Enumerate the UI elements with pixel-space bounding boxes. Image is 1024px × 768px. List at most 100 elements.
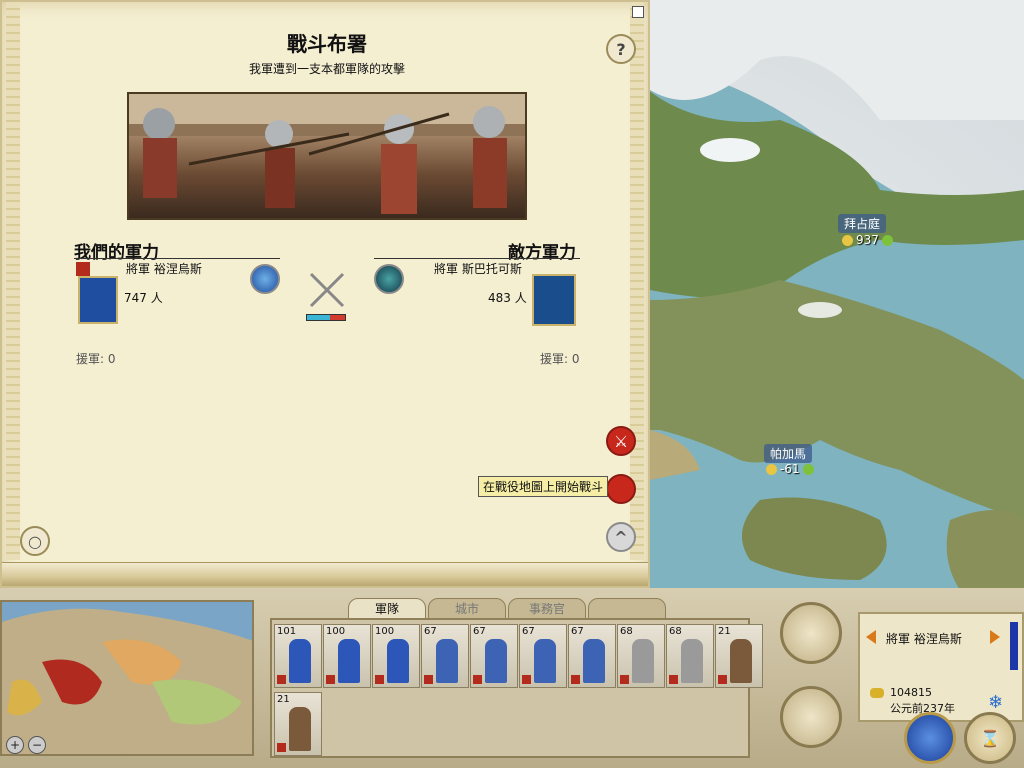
population-icon xyxy=(842,234,853,246)
unit-count: 68 xyxy=(669,626,682,637)
unit-count: 67 xyxy=(473,626,486,637)
unit-card[interactable]: 100 xyxy=(372,624,420,688)
unit-experience-icon xyxy=(522,675,531,684)
enemy-faction-icon[interactable] xyxy=(374,264,404,294)
prebattle-scroll: 戰斗布署 我軍遭到一支本都軍隊的攻擊 ? 我們的軍力 將軍 裕涅烏斯 747 人… xyxy=(0,0,650,588)
unit-count: 67 xyxy=(571,626,584,637)
unit-card[interactable]: 21 xyxy=(715,624,763,688)
unit-card[interactable]: 68 xyxy=(666,624,714,688)
unit-figure-icon xyxy=(387,639,409,683)
unit-figure-icon xyxy=(730,639,752,683)
unit-figure-icon xyxy=(436,639,458,683)
city-stat-pergamon: -61 xyxy=(766,462,814,476)
unit-card[interactable]: 67 xyxy=(519,624,567,688)
movement-bar xyxy=(1010,622,1018,670)
help-button[interactable]: ? xyxy=(606,34,636,64)
unit-card[interactable]: 101 xyxy=(274,624,322,688)
unit-count: 67 xyxy=(522,626,535,637)
balance-our-share xyxy=(307,315,330,320)
character-panel: 將軍 裕涅烏斯 104815 公元前237年 ❄ ⌛ xyxy=(770,588,1024,768)
our-banner-wolf-icon[interactable] xyxy=(78,276,118,324)
unit-figure-icon xyxy=(338,639,360,683)
unit-card[interactable]: 21 xyxy=(274,692,322,756)
end-turn-hourglass-button[interactable]: ⌛ xyxy=(964,712,1016,764)
fight-battle-button[interactable]: ⚔ xyxy=(606,426,636,456)
unit-figure-icon xyxy=(289,707,311,751)
bottom-hud: + − 軍隊 城市 事務官 101 100 100 67 67 67 67 68 68 21 21 … xyxy=(0,588,1024,768)
unit-card[interactable]: 67 xyxy=(568,624,616,688)
coins-icon xyxy=(870,688,884,698)
scroll-subtitle: 我軍遭到一支本都軍隊的攻擊 xyxy=(248,62,405,76)
unit-experience-icon xyxy=(277,675,286,684)
selected-general-name: 將軍 裕涅烏斯 xyxy=(886,632,962,646)
minimize-button[interactable] xyxy=(632,6,644,18)
city-pop-pergamon: -61 xyxy=(780,462,800,476)
treasury-amount: 104815 xyxy=(890,686,932,699)
minimap-drawing xyxy=(2,608,252,754)
happiness-icon xyxy=(802,463,814,475)
unit-figure-icon xyxy=(485,639,507,683)
unit-experience-icon xyxy=(669,675,678,684)
balance-of-power-bar xyxy=(306,314,346,321)
enemy-general: 將軍 斯巴托可斯 xyxy=(434,262,522,276)
our-faction-icon[interactable] xyxy=(250,264,280,294)
unit-experience-icon xyxy=(473,675,482,684)
faction-overview-button[interactable] xyxy=(904,712,956,764)
unit-count: 68 xyxy=(620,626,633,637)
prev-character-arrow[interactable] xyxy=(866,630,876,644)
zoom-button[interactable]: ○ xyxy=(20,526,50,556)
unit-figure-icon xyxy=(632,639,654,683)
unit-experience-icon xyxy=(620,675,629,684)
general-info: 將軍 裕涅烏斯 104815 公元前237年 ❄ xyxy=(858,612,1024,722)
unit-count: 21 xyxy=(277,694,290,705)
enemy-reinforcements: 援軍: 0 xyxy=(540,352,580,366)
unit-experience-icon xyxy=(326,675,335,684)
start-battle-tooltip: 在戰役地圖上開始戰斗 xyxy=(478,476,609,497)
character-portrait-button[interactable] xyxy=(780,602,842,664)
city-stat-byzantium: 937 xyxy=(842,233,893,247)
population-icon xyxy=(766,463,777,475)
scroll-border-right xyxy=(630,2,644,560)
scroll-title: 戰斗布署 xyxy=(287,32,367,56)
tab-city[interactable]: 城市 xyxy=(428,598,506,620)
city-label-pergamon[interactable]: 帕加馬 xyxy=(764,444,813,463)
withdraw-button[interactable]: ^ xyxy=(606,522,636,552)
unit-card[interactable]: 68 xyxy=(617,624,665,688)
tab-agents[interactable]: 事務官 xyxy=(508,598,586,620)
zoom-in-button[interactable]: + xyxy=(6,736,24,754)
unit-figure-icon xyxy=(583,639,605,683)
next-character-arrow[interactable] xyxy=(990,630,1000,644)
unit-count: 100 xyxy=(375,626,395,637)
unit-experience-icon xyxy=(424,675,433,684)
unit-count: 100 xyxy=(326,626,346,637)
winter-icon: ❄ xyxy=(988,692,1004,713)
unit-figure-icon xyxy=(289,639,311,683)
minimap[interactable]: + − xyxy=(0,600,254,756)
army-portrait-button[interactable] xyxy=(780,686,842,748)
scroll-border-left xyxy=(6,2,20,560)
scroll-roller xyxy=(2,562,648,586)
unit-figure-icon xyxy=(681,639,703,683)
zoom-out-button[interactable]: − xyxy=(28,736,46,754)
happiness-icon xyxy=(881,234,893,246)
battle-scene xyxy=(129,94,525,214)
tab-army[interactable]: 軍隊 xyxy=(348,598,426,620)
panel-tabs: 軍隊 城市 事務官 xyxy=(348,598,666,620)
unit-experience-icon xyxy=(718,675,727,684)
sword-icon xyxy=(76,262,90,276)
enemy-banner-icon[interactable] xyxy=(532,274,576,326)
question-icon: ? xyxy=(616,39,626,59)
unit-card[interactable]: 67 xyxy=(470,624,518,688)
city-pop-byzantium: 937 xyxy=(856,233,879,247)
unit-count: 21 xyxy=(718,626,731,637)
unit-card[interactable]: 100 xyxy=(323,624,371,688)
tab-blank[interactable] xyxy=(588,598,666,620)
autoresolve-button[interactable] xyxy=(606,474,636,504)
our-reinforcements: 援軍: 0 xyxy=(76,352,116,366)
enemy-men: 483 人 xyxy=(488,291,527,305)
our-divider xyxy=(74,258,280,259)
unit-figure-icon xyxy=(534,639,556,683)
unit-card[interactable]: 67 xyxy=(421,624,469,688)
city-label-byzantium[interactable]: 拜占庭 xyxy=(838,214,887,233)
unit-cards-panel: 101 100 100 67 67 67 67 68 68 21 21 xyxy=(270,618,763,758)
